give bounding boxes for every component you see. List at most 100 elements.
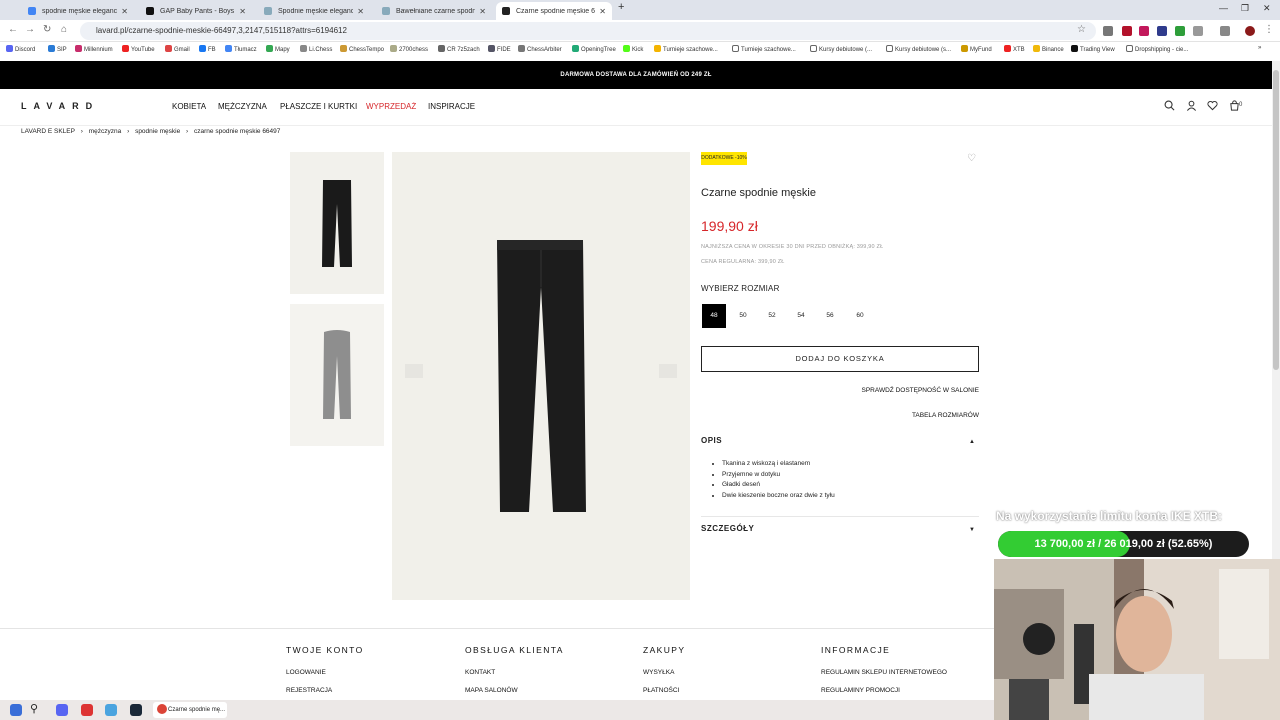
bookmark-item[interactable]: CR 7z5zach: [438, 45, 480, 53]
site-logo[interactable]: LAVARD: [21, 101, 99, 111]
breadcrumb-mezczyzna[interactable]: mężczyzna: [89, 128, 122, 135]
bookmark-item[interactable]: Kursy debiutowe (s...: [886, 45, 951, 53]
size-option-60[interactable]: 60: [848, 304, 872, 328]
bookmark-item[interactable]: Kick: [623, 45, 643, 53]
footer-link-register[interactable]: REJESTRACJA: [286, 687, 332, 694]
nav-wyprzedaz[interactable]: WYPRZEDAŻ: [366, 102, 416, 111]
extension-icon[interactable]: [1139, 26, 1149, 36]
bookmark-item[interactable]: 2700chess: [390, 45, 428, 53]
close-tab-icon[interactable]: ✕: [599, 7, 606, 16]
cast-icon[interactable]: [1220, 26, 1230, 36]
close-tab-icon[interactable]: ✕: [121, 7, 128, 16]
extension-icon[interactable]: [1157, 26, 1167, 36]
browser-tab[interactable]: Bawełniane czarne spodnie mę✕: [376, 2, 492, 20]
product-wishlist-heart-icon[interactable]: ♡: [967, 153, 976, 164]
nav-inspiracje[interactable]: INSPIRACJE: [428, 102, 475, 111]
bookmark-item[interactable]: Li.Chess: [300, 45, 332, 53]
main-product-image[interactable]: [392, 152, 690, 600]
footer-link-store-map[interactable]: MAPA SALONÓW: [465, 687, 518, 694]
bookmark-item[interactable]: FB: [199, 45, 216, 53]
discord-taskbar-icon[interactable]: [56, 704, 68, 716]
back-icon[interactable]: ←: [8, 24, 18, 35]
search-icon[interactable]: [1164, 100, 1175, 114]
wishlist-heart-icon[interactable]: [1207, 100, 1218, 114]
account-icon[interactable]: [1186, 100, 1197, 114]
footer-link-shipping[interactable]: WYSYŁKA: [643, 669, 674, 676]
bookmark-item[interactable]: Turnieje szachowe...: [654, 45, 718, 53]
gallery-next-arrow[interactable]: [659, 364, 677, 378]
profile-avatar-icon[interactable]: [1245, 26, 1255, 36]
footer-link-terms[interactable]: REGULAMIN SKLEPU INTERNETOWEGO: [821, 669, 947, 676]
gallery-thumbnail-grey[interactable]: [290, 304, 384, 446]
bookmark-item[interactable]: Binance: [1033, 45, 1064, 53]
menu-dots-icon[interactable]: ⋮: [1264, 24, 1274, 35]
browser-tab-active[interactable]: Czarne spodnie męskie 66497 ✕: [496, 2, 612, 20]
bookmark-item[interactable]: Mapy: [266, 45, 290, 53]
start-windows-icon[interactable]: [10, 704, 22, 716]
bookmark-item[interactable]: ChessTempo: [340, 45, 384, 53]
bookmark-item[interactable]: XTB: [1004, 45, 1025, 53]
breadcrumb-spodnie[interactable]: spodnie męskie: [135, 128, 180, 135]
bookmark-item[interactable]: SIP: [48, 45, 67, 53]
extensions-puzzle-icon[interactable]: [1193, 26, 1203, 36]
close-tab-icon[interactable]: ✕: [479, 7, 486, 16]
size-option-54[interactable]: 54: [789, 304, 813, 328]
minimize-icon[interactable]: —: [1219, 3, 1228, 13]
nav-kobieta[interactable]: KOBIETA: [172, 102, 206, 111]
bookmark-item[interactable]: Turnieje szachowe...: [732, 45, 796, 53]
close-tab-icon[interactable]: ✕: [357, 7, 364, 16]
home-icon[interactable]: ⌂: [61, 24, 67, 35]
steam-taskbar-icon[interactable]: [130, 704, 142, 716]
size-option-52[interactable]: 52: [760, 304, 784, 328]
size-option-48[interactable]: 48: [702, 304, 726, 328]
bookmark-item[interactable]: Trading View: [1071, 45, 1115, 53]
reload-icon[interactable]: ↻: [43, 24, 51, 35]
bookmark-item[interactable]: Gmail: [165, 45, 190, 53]
scrollbar-thumb[interactable]: [1273, 70, 1279, 370]
gallery-prev-arrow[interactable]: [405, 364, 423, 378]
close-tab-icon[interactable]: ✕: [239, 7, 246, 16]
expand-triangle-icon[interactable]: ▼: [969, 527, 975, 533]
bookmark-star-icon[interactable]: ☆: [1077, 24, 1086, 35]
new-tab-icon[interactable]: +: [618, 1, 624, 13]
download-icon[interactable]: [1175, 26, 1185, 36]
size-option-50[interactable]: 50: [731, 304, 755, 328]
bookmark-item[interactable]: MyFund: [961, 45, 992, 53]
app-taskbar-icon[interactable]: [105, 704, 117, 716]
url-input[interactable]: lavard.pl/czarne-spodnie-meskie-66497,3,…: [80, 22, 1096, 40]
bookmark-item[interactable]: Millennium: [75, 45, 113, 53]
bookmark-item[interactable]: ChessArbiter: [518, 45, 562, 53]
forward-icon[interactable]: →: [25, 24, 35, 35]
app-taskbar-icon[interactable]: [81, 704, 93, 716]
footer-link-promo-terms[interactable]: REGULAMINY PROMOCJI: [821, 687, 900, 694]
breadcrumb-home[interactable]: LAVARD E SKLEP: [21, 128, 75, 135]
search-taskbar-icon[interactable]: ⚲: [30, 702, 42, 715]
collapse-triangle-icon[interactable]: ▲: [969, 439, 975, 445]
check-store-availability-link[interactable]: SPRAWDŹ DOSTĘPNOŚĆ W SALONIE: [862, 387, 980, 394]
add-to-cart-button[interactable]: DODAJ DO KOSZYKA: [701, 346, 979, 372]
gmail-extension-icon[interactable]: [1103, 26, 1113, 36]
bookmark-item[interactable]: Dropshipping - cie...: [1126, 45, 1188, 53]
more-bookmarks-icon[interactable]: »: [1258, 45, 1261, 51]
details-header[interactable]: SZCZEGÓŁY: [701, 524, 754, 533]
browser-tab[interactable]: Spodnie męskie eleganckie. Cl✕: [258, 2, 370, 20]
bookmark-item[interactable]: YouTube: [122, 45, 155, 53]
maximize-icon[interactable]: ❐: [1241, 3, 1249, 14]
nav-plaszcze-kurtki[interactable]: PŁASZCZE I KURTKI: [280, 102, 357, 111]
description-header[interactable]: OPIS: [701, 436, 722, 445]
bookmark-item[interactable]: Discord: [6, 45, 35, 53]
browser-tab[interactable]: spodnie męskie eleganckie wa✕: [22, 2, 134, 20]
footer-link-contact[interactable]: KONTAKT: [465, 669, 495, 676]
bookmark-item[interactable]: Kursy debiutowe (...: [810, 45, 872, 53]
bookmark-item[interactable]: OpeningTree: [572, 45, 616, 53]
size-table-link[interactable]: TABELA ROZMIARÓW: [912, 412, 979, 419]
browser-tab[interactable]: GAP Baby Pants - Boys ✕: [140, 2, 252, 20]
close-window-icon[interactable]: ✕: [1263, 3, 1271, 14]
gallery-thumbnail-black[interactable]: [290, 152, 384, 294]
bookmark-item[interactable]: FIDE: [488, 45, 511, 53]
footer-link-login[interactable]: LOGOWANIE: [286, 669, 326, 676]
nav-mezczyzna[interactable]: MĘŻCZYZNA: [218, 102, 267, 111]
extension-icon[interactable]: [1122, 26, 1132, 36]
size-option-56[interactable]: 56: [818, 304, 842, 328]
bookmark-item[interactable]: Tłumacz: [225, 45, 257, 53]
